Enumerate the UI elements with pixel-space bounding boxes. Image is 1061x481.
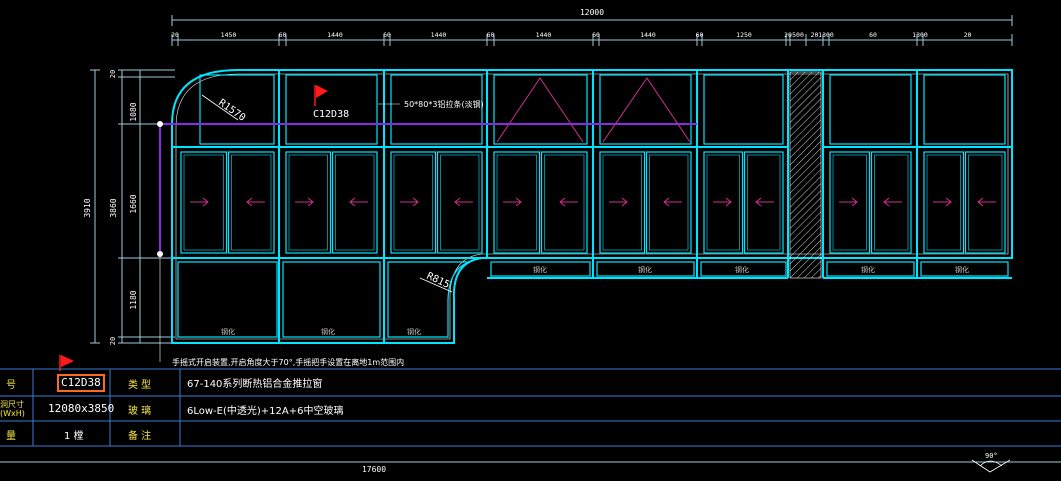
top-dimension-label: 1300 xyxy=(818,31,834,39)
arrow-left-icon xyxy=(977,197,996,207)
top-dimension-label: 1440 xyxy=(327,31,343,39)
left-seg-4: 1180 xyxy=(129,290,138,309)
top-dimension-label: 60 xyxy=(592,31,600,39)
table-row-2-desc: 6Low-E(中透光)+12A+6中空玻璃 xyxy=(187,406,344,417)
radius-top-label: R1570 xyxy=(216,97,247,123)
arrow-right-icon xyxy=(503,197,522,207)
table-row-2-label-left: 洞尺寸 (WxH) xyxy=(0,400,25,418)
top-dimension-label: 500 xyxy=(792,31,804,39)
arrow-left-icon xyxy=(883,197,902,207)
left-seg-5: 20 xyxy=(109,337,117,345)
top-dimension-label: 1450 xyxy=(221,31,237,39)
top-dimension-label: 1440 xyxy=(640,31,656,39)
arrow-left-icon xyxy=(349,197,368,207)
table-window-code[interactable]: C12D38 xyxy=(57,374,105,392)
arrow-left-icon xyxy=(559,197,578,207)
overall-width-label: 12000 xyxy=(580,8,604,17)
arrow-left-icon xyxy=(454,197,473,207)
upper-pane xyxy=(829,74,912,145)
tempered-label: 钢化 xyxy=(861,265,875,274)
upper-pane xyxy=(390,74,483,145)
arrow-right-icon xyxy=(400,197,419,207)
upper-pane xyxy=(599,74,692,145)
upper-pane xyxy=(703,74,784,145)
tempered-label: 钢化 xyxy=(221,327,235,336)
hopper-triangle-1 xyxy=(496,77,584,143)
left-overall-label: 3910 xyxy=(83,198,92,217)
handle-note: 手摇式开启装置,开启角度大于70°,手摇把手设置在离地1m范围内 xyxy=(172,357,404,367)
arrow-left-icon xyxy=(663,197,682,207)
top-dimension-label: 20 xyxy=(784,31,792,39)
tempered-label: 钢化 xyxy=(533,265,547,274)
arrow-right-icon xyxy=(295,197,314,207)
rail-note: 50*80*3铝拉条(淡钢) xyxy=(404,99,484,109)
top-dimension-label: 60 xyxy=(696,31,704,39)
hatched-panel xyxy=(789,71,822,279)
arrow-right-icon xyxy=(713,197,732,207)
angle-label: 90° xyxy=(985,452,998,460)
upper-pane xyxy=(923,74,1006,145)
lower-pane xyxy=(282,261,381,338)
top-dimension-label: 1250 xyxy=(736,31,752,39)
tempered-label: 钢化 xyxy=(735,265,749,274)
left-seg-1: 20 xyxy=(109,70,117,78)
top-dimension-label: 20 xyxy=(964,31,972,39)
upper-pane xyxy=(493,74,588,145)
table-row-1-label-mid: 类 型 xyxy=(128,380,152,391)
top-dimension-label: 60 xyxy=(487,31,495,39)
top-dimension-label: 1440 xyxy=(431,31,447,39)
table-row-1-desc: 67-140系列断热铝合金推拉窗 xyxy=(187,379,323,390)
table-row-3-label-mid: 备 注 xyxy=(128,431,152,442)
left-seg-2: 1080 xyxy=(129,102,138,121)
window-flag-icon xyxy=(314,85,328,106)
arrow-left-icon xyxy=(246,197,265,207)
arrow-right-icon xyxy=(933,197,952,207)
arrow-right-icon xyxy=(839,197,858,207)
radius-bottom-label: R815 xyxy=(425,271,451,291)
table-row-2-value: 12080x3850 xyxy=(48,402,115,415)
top-dimension-label: 20 xyxy=(171,31,179,39)
tempered-label: 钢化 xyxy=(407,327,421,336)
arrow-left-icon xyxy=(755,197,774,207)
table-row-3-label-left: 量 xyxy=(6,431,16,442)
left-seg-3: 1660 xyxy=(129,194,138,213)
table-row-3-value: 1 樘 xyxy=(64,431,84,442)
table-row-2-label-mid: 玻 璃 xyxy=(128,406,152,417)
tempered-label: 钢化 xyxy=(955,265,969,274)
window-tag-label: C12D38 xyxy=(313,109,349,120)
lower-pane xyxy=(177,261,278,338)
top-dimension-label: 60 xyxy=(279,31,287,39)
top-dimension-label: 60 xyxy=(869,31,877,39)
arrow-right-icon xyxy=(609,197,628,207)
tempered-label: 钢化 xyxy=(638,265,652,274)
top-dimension-labels: 20 1450 60 1440 60 1440 60 1440 60 1440 60 1250 20 50… xyxy=(171,31,971,39)
tempered-label: 钢化 xyxy=(321,327,335,336)
left-inner-label: 3860 xyxy=(109,198,118,217)
top-dimension-label: 60 xyxy=(383,31,391,39)
schedule-table-grid xyxy=(0,368,1061,447)
cad-drawing: 12000 20 1450 60 1440 60 1440 60 1440 60 1440 60 12… xyxy=(0,8,1061,474)
arrow-right-icon xyxy=(190,197,209,207)
table-row-1-label-left: 号 xyxy=(6,380,16,391)
hopper-triangle-2 xyxy=(602,77,691,143)
top-dimension-label: 1300 xyxy=(912,31,928,39)
top-dimension-label: 1440 xyxy=(536,31,552,39)
bottom-overall-label: 17600 xyxy=(362,465,386,474)
